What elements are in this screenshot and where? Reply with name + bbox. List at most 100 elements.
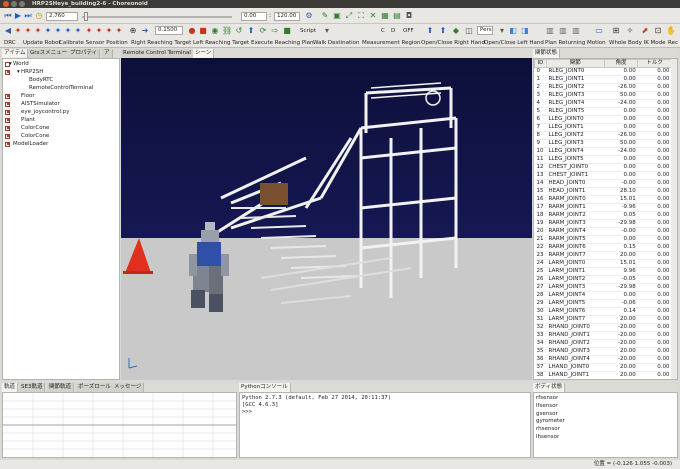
stop-icon[interactable]: ■ (282, 26, 292, 36)
maximize-window-button[interactable] (19, 1, 25, 7)
toolbar-button-calibrate-sensor-position[interactable]: Calibrate Sensor Position (59, 38, 128, 48)
table-row[interactable]: 23 RARM_JOINT7 20.00 0.00 (534, 251, 672, 260)
col-joint[interactable]: 関節 (545, 59, 605, 68)
collision-icon[interactable]: ✕ (368, 11, 378, 21)
toolbar-button-update-robot[interactable]: Update Robot (23, 38, 61, 48)
rewind-icon[interactable]: ⏮ (3, 11, 13, 21)
tab-scene[interactable]: シーン (193, 49, 215, 58)
table-row[interactable]: 18 RARM_JOINT2 0.05 0.00 (534, 211, 672, 220)
hand-icon[interactable]: ✋ (666, 26, 676, 36)
table-row[interactable]: 39LHAND_JOINT220.000.00 (535, 380, 672, 381)
sensor-item[interactable]: gsensor (536, 411, 558, 418)
sensor-item[interactable]: rfsensor (536, 395, 558, 402)
perspective-select[interactable]: Pers (477, 26, 493, 35)
table-row[interactable]: 35 RHAND_JOINT3 20.00 0.00 (534, 347, 672, 356)
table-row[interactable]: 16 RARM_JOINT0 15.01 0.00 (534, 195, 672, 204)
toggle-a-icon[interactable]: ▥ (545, 26, 555, 36)
cube-icon[interactable]: ◧ (508, 26, 518, 36)
edit-mode-icon[interactable]: ✎ (320, 11, 330, 21)
arrow-right-icon[interactable]: ➜ (140, 26, 150, 36)
sensor-item[interactable]: gyrometer (536, 418, 565, 425)
robot-pose-8-icon[interactable]: ✦ (84, 26, 94, 36)
tree-item[interactable]: ColorCone (3, 132, 119, 140)
toolbar-button-plan-returning-motion[interactable]: Plan Returning Motion (545, 38, 606, 48)
toolbar-button-open-close-right-hand[interactable]: Open/Close Right Hand (421, 38, 485, 48)
table-row[interactable]: 20 RARM_JOINT4 -0.00 0.00 (534, 227, 672, 236)
toolbar-button-execute-reaching-plan[interactable]: Execute Reaching Plan (251, 38, 314, 48)
table-row[interactable]: 6 LLEG_JOINT0 0.00 0.00 (534, 115, 672, 124)
fullscreen-icon[interactable]: ⛶ (356, 11, 366, 21)
c-button[interactable]: C (381, 26, 385, 36)
off-button[interactable]: OFF (403, 26, 414, 36)
table-row[interactable]: 2 RLEG_JOINT2 -26.00 0.00 (534, 83, 672, 92)
table-row[interactable]: 38 LHAND_JOINT1 20.00 0.00 (534, 371, 672, 379)
sensor-item[interactable]: rhsensor (536, 426, 560, 433)
fit-view-icon[interactable]: ⤢ (344, 11, 354, 21)
robot-pose-icon[interactable]: ✦ (13, 26, 23, 36)
toolbar-button-whole-body-ik-mode[interactable]: Whole Body IK Mode (609, 38, 666, 48)
toggle-b-icon[interactable]: ▥ (558, 26, 568, 36)
table-row[interactable]: 13 CHEST_JOINT1 0.00 0.00 (534, 171, 672, 180)
table-row[interactable]: 31 LARM_JOINT7 20.00 0.00 (534, 315, 672, 324)
table-row[interactable]: 37 LHAND_JOINT0 20.00 0.00 (534, 363, 672, 372)
time-input[interactable]: 2.760 (46, 12, 78, 21)
camera-icon[interactable]: ◘ (404, 11, 414, 21)
tree-item-checkbox[interactable] (5, 109, 10, 115)
table-row[interactable]: 0 RLEG_JOINT0 0.00 0.00 (534, 67, 672, 76)
col-id[interactable]: ID (534, 59, 547, 68)
toolbar-button-right-reaching-target[interactable]: Right Reaching Target (131, 38, 191, 48)
table-row[interactable]: 17 RARM_JOINT1 -9.96 0.00 (534, 203, 672, 212)
tab-python-console[interactable]: Pythonコンソール (239, 383, 291, 392)
robot-pose-11-icon[interactable]: ✦ (114, 26, 124, 36)
table-row[interactable]: 14 HEAD_JOINT0 -0.00 0.00 (534, 179, 672, 188)
step-back-icon[interactable]: ◀ (3, 26, 13, 36)
expand-arrow-icon[interactable]: ▾ (9, 60, 12, 68)
tree-item-checkbox[interactable] (5, 93, 10, 99)
table-row[interactable]: 12 CHEST_JOINT0 0.00 0.00 (534, 163, 672, 172)
rotate-icon[interactable]: ⟳ (258, 26, 268, 36)
view-icon[interactable]: ◫ (464, 26, 474, 36)
robot-pose-4-icon[interactable]: ✦ (43, 26, 53, 36)
table-row[interactable]: 34 RHAND_JOINT2 -20.00 0.00 (534, 339, 672, 348)
table-row[interactable]: 32 RHAND_JOINT0 -20.00 0.00 (534, 323, 672, 332)
expand-arrow-icon[interactable]: ▾ (17, 68, 20, 76)
col-torque[interactable]: トルク (637, 59, 672, 68)
table-row[interactable]: 25 LARM_JOINT1 9.96 0.00 (534, 267, 672, 276)
robot-pose-9-icon[interactable]: ✦ (94, 26, 104, 36)
wireframe-icon[interactable]: ▤ (392, 11, 402, 21)
dropdown-icon[interactable]: ▾ (322, 26, 332, 36)
play-from-start-icon[interactable]: ⏭ (23, 11, 33, 21)
red-arrow-icon[interactable]: ⬈ (640, 26, 650, 36)
table-row[interactable]: 4 RLEG_JOINT4 -24.00 0.00 (534, 99, 672, 108)
tree-item-checkbox[interactable] (5, 125, 10, 131)
table-row[interactable]: 33 RHAND_JOINT1 -20.00 0.00 (534, 331, 672, 340)
table-row[interactable]: 21 RARM_JOINT5 0.00 0.00 (534, 235, 672, 244)
tab-joint-trajectory[interactable]: 関節軌道 (47, 383, 75, 392)
tab-message[interactable]: メッセージ (112, 383, 145, 392)
minimize-window-button[interactable] (11, 1, 17, 7)
table-row[interactable]: 9 LLEG_JOINT3 50.00 0.00 (534, 139, 672, 148)
table-row[interactable]: 1 RLEG_JOINT1 0.00 0.00 (534, 75, 672, 84)
robot-pose-10-icon[interactable]: ✦ (104, 26, 114, 36)
trajectory-panel[interactable] (2, 392, 237, 458)
table-row[interactable]: 36 RHAND_JOINT4 -20.00 0.00 (534, 355, 672, 364)
table-row[interactable]: 22 RARM_JOINT6 0.15 0.00 (534, 243, 672, 252)
toolbar-button-open-close-left-hand[interactable]: Open/Close Left Hand (484, 38, 544, 48)
perspective-dropdown-icon[interactable]: ▾ (497, 26, 507, 36)
table-row[interactable]: 27 LARM_JOINT3 -29.98 0.00 (534, 283, 672, 292)
tree-item[interactable]: ▾ World (3, 60, 119, 68)
arrow-up-icon[interactable]: ⬆ (425, 26, 435, 36)
robot-pose-6-icon[interactable]: ✦ (63, 26, 73, 36)
table-row[interactable]: 7 LLEG_JOINT1 0.00 0.00 (534, 123, 672, 132)
toolbar-button-rec[interactable]: Rec (668, 38, 678, 48)
table-row[interactable]: 30 LARM_JOINT6 0.14 0.00 (534, 307, 672, 316)
screen-icon[interactable]: ▭ (594, 26, 604, 36)
console-prompt[interactable]: >>> (242, 409, 391, 416)
tab-pose-roll[interactable]: ポーズロール (76, 383, 114, 392)
range-start-input[interactable]: 0.00 (241, 12, 267, 21)
table-row[interactable]: 8 LLEG_JOINT2 -26.00 0.00 (534, 131, 672, 140)
measure-icon[interactable]: ⊞ (611, 26, 621, 36)
arrow-icon[interactable]: ⇨ (270, 26, 280, 36)
tree-item[interactable]: RemoteControlTerminal (3, 84, 119, 92)
tab-other[interactable]: ア (102, 49, 113, 58)
